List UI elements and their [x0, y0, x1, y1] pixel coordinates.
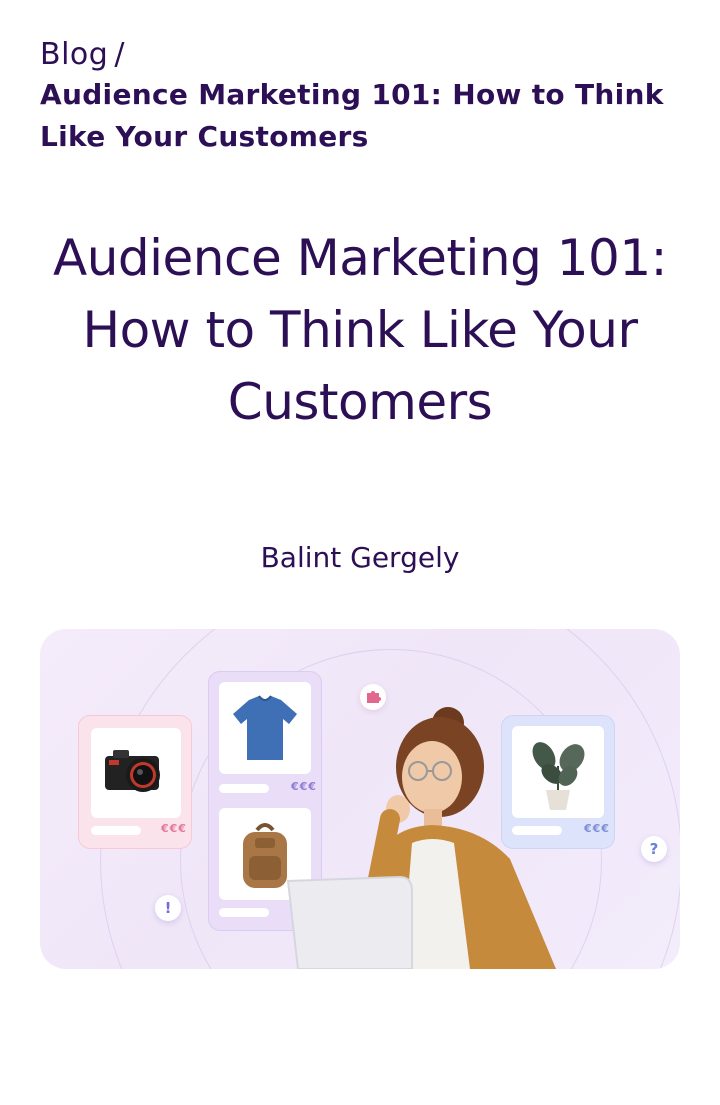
breadcrumb: Blog / Audience Marketing 101: How to Thi… [40, 36, 690, 158]
woman-with-laptop-illustration [286, 707, 556, 969]
breadcrumb-separator: / [114, 37, 125, 72]
hero-illustration: €€€ €€€ €€€ ! ? [40, 629, 680, 969]
breadcrumb-current-page: Audience Marketing 101: How to Think Lik… [40, 78, 664, 153]
breadcrumb-blog-label[interactable]: Blog [40, 37, 108, 72]
breadcrumb-blog-link[interactable]: Blog / [40, 36, 690, 74]
author-name[interactable]: Balint Gergely [0, 538, 720, 578]
page-title: Audience Marketing 101: How to Think Lik… [53, 229, 668, 431]
